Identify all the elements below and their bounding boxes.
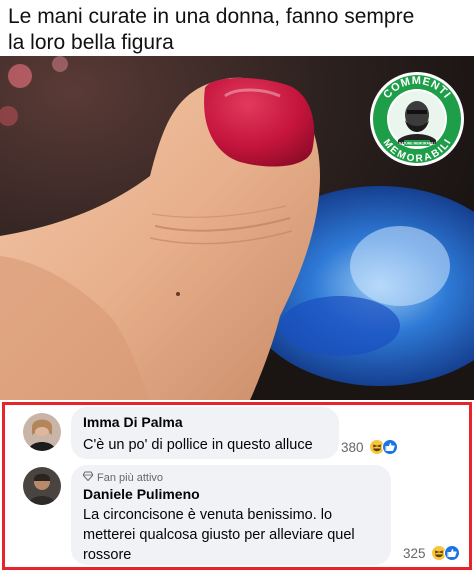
comment-text-line-3: rossore [83,547,132,563]
svg-text:NATURE MEMORABILI: NATURE MEMORABILI [399,142,436,146]
like-icon [443,545,460,561]
fan-badge: Fan più attivo [82,471,379,485]
diamond-icon [82,471,94,485]
comment-text-line-1: La circoncisone è venuta benissimo. lo [83,507,333,523]
reaction-count: 380 [341,439,364,455]
like-icon [381,439,398,455]
fan-badge-label: Fan più attivo [97,472,164,484]
reaction-summary[interactable]: 380 [341,439,398,455]
comment-author[interactable]: Imma Di Palma [83,413,327,431]
avatar-imma-icon [23,413,61,451]
comment-bubble: Fan più attivo Daniele Pulimeno La circo… [71,465,391,565]
avatar[interactable] [23,467,61,505]
caption-line-1: Le mani curate in una donna, fanno sempr… [8,5,415,28]
reaction-count: 325 [403,545,426,561]
avatar-daniele-icon [23,467,61,505]
comment-text-line-2: metterei qualcosa giusto per alleviare q… [83,527,355,543]
comment-text: C'è un po' di pollice in questo alluce [83,437,313,453]
commenti-memorabili-badge: NATURE MEMORABILI COMMENTI MEMORABILI [368,70,466,168]
badge-logo-icon: NATURE MEMORABILI COMMENTI MEMORABILI [370,72,464,166]
avatar[interactable] [23,413,61,451]
comments-panel: Imma Di Palma C'è un po' di pollice in q… [2,402,472,570]
caption-line-2: la loro bella figura [8,31,174,54]
meme-caption: Le mani curate in una donna, fanno sempr… [0,0,474,56]
reaction-summary[interactable]: 325 [403,545,460,561]
comment-author[interactable]: Daniele Pulimeno [83,485,379,503]
comment-daniele: Fan più attivo Daniele Pulimeno La circo… [5,465,469,572]
comment-bubble: Imma Di Palma C'è un po' di pollice in q… [71,407,339,459]
comment-imma: Imma Di Palma C'è un po' di pollice in q… [5,405,469,465]
